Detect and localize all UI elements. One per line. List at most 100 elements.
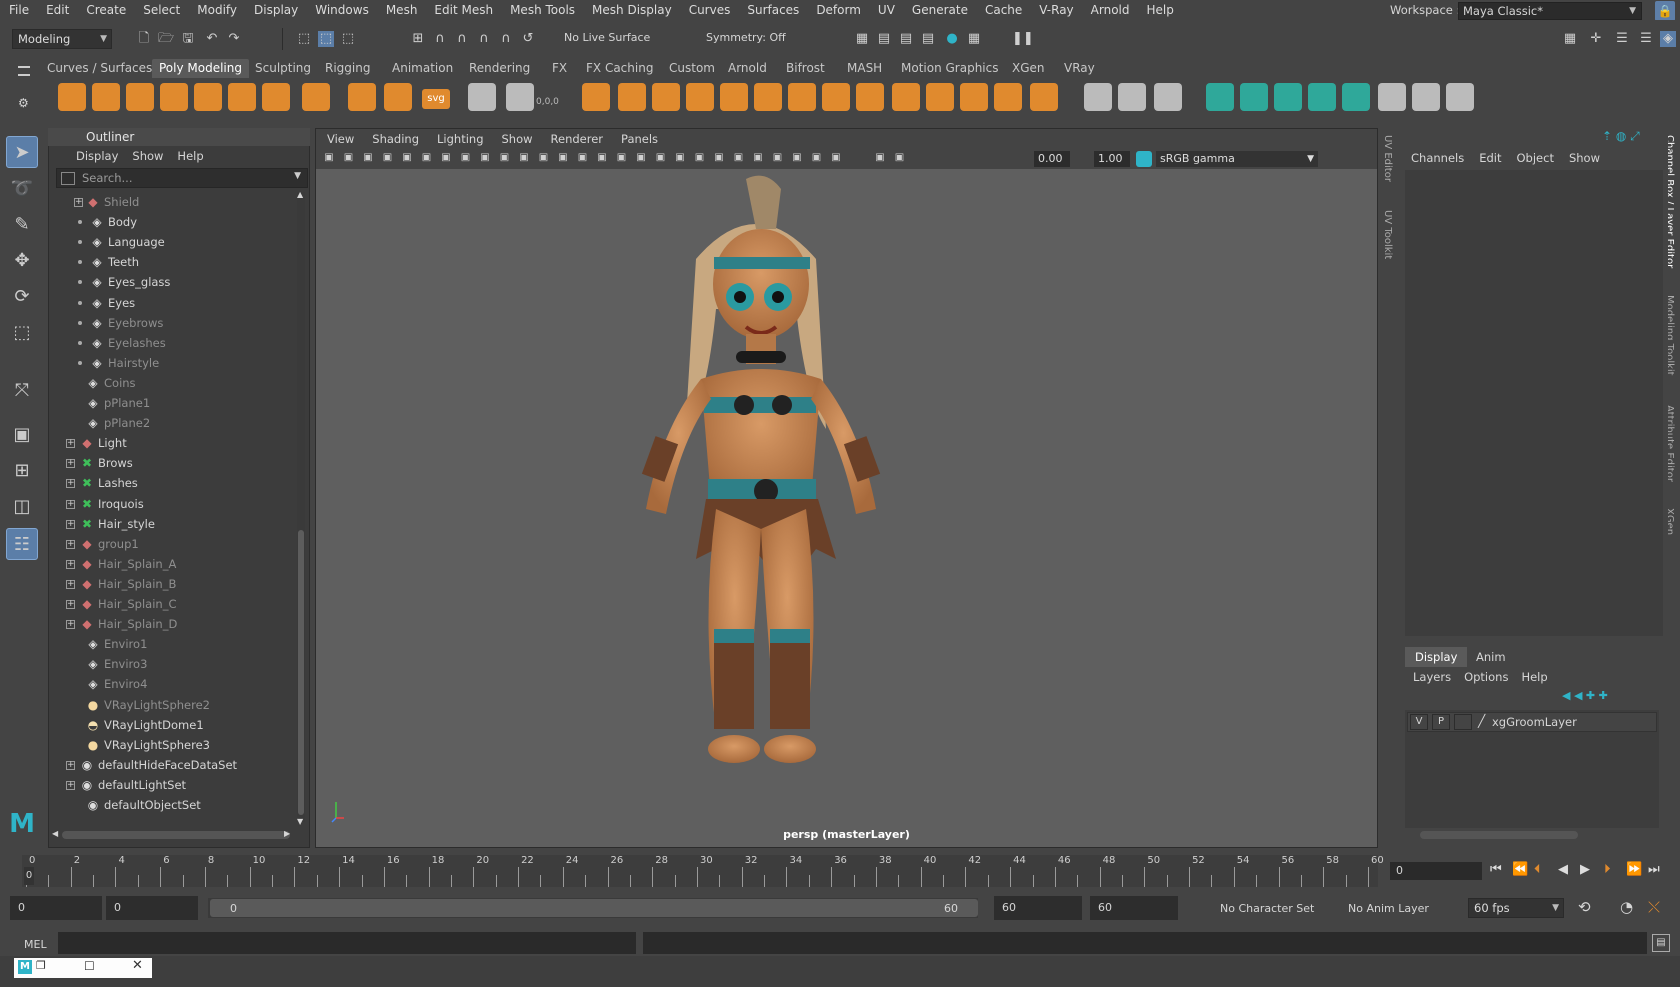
- viewport-menu-show[interactable]: Show: [502, 129, 533, 149]
- select-hierarchy-icon[interactable]: ⬚: [296, 31, 312, 47]
- channel-box-area[interactable]: [1405, 170, 1663, 636]
- scene-end-field[interactable]: 60: [1090, 896, 1178, 920]
- shadows-icon[interactable]: ▣: [673, 151, 687, 165]
- tab-motion-graphics[interactable]: Motion Graphics: [894, 59, 1006, 78]
- shelf-settings-icon[interactable]: ⚙: [18, 96, 29, 110]
- cube-icon[interactable]: [92, 83, 120, 111]
- lock-icon[interactable]: 🔒: [1655, 1, 1675, 21]
- separate-icon[interactable]: [618, 83, 646, 111]
- snap-live-icon[interactable]: ↺: [520, 31, 536, 47]
- outliner-item[interactable]: + ◆ Hair_Splain_D: [56, 614, 296, 634]
- tab-rigging[interactable]: Rigging: [318, 59, 377, 78]
- outliner-search[interactable]: Search... ▼: [56, 168, 308, 188]
- redo-icon[interactable]: ↷: [226, 31, 242, 47]
- menu-help[interactable]: Help: [1138, 1, 1182, 19]
- attribute-editor-icon[interactable]: ☰: [1638, 31, 1654, 47]
- scroll-down-icon[interactable]: ▼: [297, 817, 303, 826]
- gamma-field[interactable]: 1.00: [1094, 151, 1130, 167]
- outliner-scroll-thumb[interactable]: [298, 530, 304, 815]
- tab-fx-caching[interactable]: FX Caching: [579, 59, 660, 78]
- tab-xgen[interactable]: XGen: [1005, 59, 1052, 78]
- uv-editor-tab[interactable]: UV Editor: [1382, 135, 1393, 182]
- outliner-item[interactable]: ◈ Eyelashes: [56, 333, 296, 353]
- outliner-item[interactable]: + ◆ Hair_Splain_A: [56, 554, 296, 574]
- scene-start-field[interactable]: 0: [10, 896, 102, 920]
- show-toolbox-icon[interactable]: ✛: [1588, 31, 1604, 47]
- boolean-icon[interactable]: [720, 83, 748, 111]
- menu-file[interactable]: File: [0, 1, 37, 19]
- menuset-dropdown[interactable]: Modeling ▼: [12, 29, 112, 49]
- mirror-icon[interactable]: [652, 83, 680, 111]
- scale-tool-icon[interactable]: ⬚: [6, 316, 38, 348]
- smooth-shade-icon[interactable]: ▣: [595, 151, 609, 165]
- expand-icon[interactable]: +: [66, 499, 75, 509]
- expand-icon[interactable]: +: [66, 439, 75, 449]
- viewport-menu-renderer[interactable]: Renderer: [551, 129, 604, 149]
- single-view-icon[interactable]: ▣: [6, 418, 38, 450]
- super-shape-icon[interactable]: [348, 83, 376, 111]
- render-settings-icon[interactable]: ▤: [920, 31, 936, 47]
- step-back-key-icon[interactable]: ⏪: [1512, 862, 1528, 877]
- menu-display[interactable]: Display: [245, 1, 306, 19]
- modeling-toolkit-icon[interactable]: ◈: [1660, 31, 1676, 47]
- disc-icon[interactable]: [262, 83, 290, 111]
- anim-prefs-icon[interactable]: ⤬: [1648, 898, 1660, 916]
- exposure-icon[interactable]: ▣: [873, 151, 887, 165]
- range-thumb[interactable]: [210, 899, 978, 917]
- render-sequence-icon[interactable]: ▤: [876, 31, 892, 47]
- outliner-item[interactable]: ◈ Coins: [56, 373, 296, 393]
- plane-icon[interactable]: [228, 83, 256, 111]
- platonic-icon[interactable]: [302, 83, 330, 111]
- 3d-viewport[interactable]: [316, 169, 1377, 847]
- exposure-field[interactable]: 0.00: [1034, 151, 1070, 167]
- menu-curves[interactable]: Curves: [680, 1, 739, 19]
- symmetry-field[interactable]: Symmetry: Off: [706, 31, 786, 44]
- menu-edit-mesh[interactable]: Edit Mesh: [425, 1, 501, 19]
- save-scene-icon[interactable]: 🖫: [180, 31, 196, 47]
- outliner-item[interactable]: ◈ Body: [56, 212, 296, 232]
- outliner-item[interactable]: ◈ Eyebrows: [56, 313, 296, 333]
- tab-anim[interactable]: Anim: [1466, 647, 1516, 667]
- chevron-down-icon[interactable]: ▼: [294, 171, 301, 181]
- loop-icon[interactable]: ⟲: [1578, 898, 1591, 916]
- svg-tool-label[interactable]: svg: [422, 89, 450, 109]
- new-scene-icon[interactable]: 🗋: [136, 31, 152, 47]
- menu-surfaces[interactable]: Surfaces: [738, 1, 807, 19]
- viewport-menu-panels[interactable]: Panels: [621, 129, 658, 149]
- play-forward-icon[interactable]: ▶: [1580, 862, 1590, 877]
- outliner-menu-show[interactable]: Show: [132, 146, 163, 166]
- undo-icon[interactable]: ↶: [204, 31, 220, 47]
- scroll-left-icon[interactable]: ◀: [52, 829, 58, 838]
- step-back-frame-icon[interactable]: ⏴: [1534, 862, 1541, 877]
- torus-icon[interactable]: [194, 83, 222, 111]
- anti-alias-icon[interactable]: ▣: [732, 151, 746, 165]
- viewport-menu-view[interactable]: View: [327, 129, 354, 149]
- viewport-menu-lighting[interactable]: Lighting: [437, 129, 483, 149]
- tab-sculpting[interactable]: Sculpting: [248, 59, 318, 78]
- grease-pencil-icon[interactable]: ▣: [420, 151, 434, 165]
- camera-attr-icon[interactable]: ▣: [342, 151, 356, 165]
- expand-icon[interactable]: +: [66, 780, 75, 790]
- snap-surface-icon[interactable]: ∩: [498, 31, 514, 47]
- default-material-icon[interactable]: ▣: [615, 151, 629, 165]
- go-to-start-icon[interactable]: ⏮: [1490, 862, 1502, 877]
- film-gate-icon[interactable]: ▣: [459, 151, 473, 165]
- tab-bifrost[interactable]: Bifrost: [779, 59, 832, 78]
- expand-icon[interactable]: +: [66, 760, 75, 770]
- snap-curve-icon[interactable]: ∩: [432, 31, 448, 47]
- lights-icon[interactable]: ▣: [654, 151, 668, 165]
- render-frame-icon[interactable]: ▦: [854, 31, 870, 47]
- expand-icon[interactable]: +: [66, 600, 75, 609]
- outliner-item[interactable]: + ◆ Shield: [56, 192, 296, 212]
- snap-grid-icon[interactable]: ⊞: [410, 31, 426, 47]
- outliner-item[interactable]: + ◆ group1: [56, 534, 296, 554]
- open-scene-icon[interactable]: 🗁: [158, 31, 174, 47]
- object-menu[interactable]: Object: [1517, 148, 1554, 168]
- layer-playback[interactable]: P: [1432, 714, 1450, 730]
- rotate-tool-icon[interactable]: ⟳: [6, 280, 38, 312]
- hypershade-icon[interactable]: ●: [944, 31, 960, 47]
- menu-windows[interactable]: Windows: [306, 1, 377, 19]
- ambient-occlusion-icon[interactable]: ▣: [693, 151, 707, 165]
- depth-of-field-icon[interactable]: ▣: [751, 151, 765, 165]
- outliner-menu-display[interactable]: Display: [76, 146, 118, 166]
